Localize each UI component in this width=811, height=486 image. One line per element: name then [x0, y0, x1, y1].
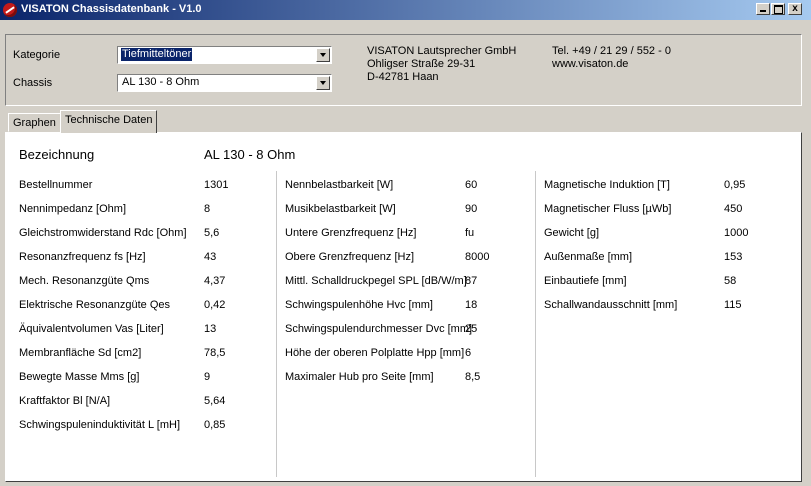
chassis-select[interactable]: AL 130 - 8 Ohm	[117, 74, 332, 92]
spec-value: 4,37	[204, 275, 226, 287]
spec-value: 87	[465, 275, 478, 287]
chassis-selected-value: AL 130 - 8 Ohm	[122, 76, 200, 88]
spec-label: Einbautiefe [mm]	[544, 275, 627, 287]
column-divider	[276, 171, 277, 477]
chevron-down-icon[interactable]	[316, 48, 330, 62]
spec-value: 90	[465, 203, 478, 215]
spec-label: Bestellnummer	[19, 179, 93, 191]
spec-label: Höhe der oberen Polplatte Hpp [mm]	[285, 347, 465, 359]
spec-label: Schallwandausschnitt [mm]	[544, 299, 678, 311]
spec-label: Elektrische Resonanzgüte Qes	[19, 299, 171, 311]
spec-label: Nennimpedanz [Ohm]	[19, 203, 126, 215]
spec-value: 153	[724, 251, 743, 263]
spec-label: Schwingspuleninduktivität L [mH]	[19, 419, 181, 431]
minimize-button[interactable]	[756, 3, 770, 15]
bezeichnung-label: Bezeichnung	[19, 147, 95, 162]
spec-value: 1301	[204, 179, 229, 191]
kategorie-selected-value: Tiefmitteltöner	[119, 47, 194, 62]
spec-value: 6	[465, 347, 472, 359]
spec-value: 60	[465, 179, 478, 191]
spec-value: fu	[465, 227, 475, 239]
window-title: VISATON Chassisdatenbank - V1.0	[21, 3, 202, 15]
spec-value: 18	[465, 299, 478, 311]
kategorie-label: Kategorie	[13, 49, 61, 61]
spec-value: 1000	[724, 227, 749, 239]
spec-label: Gleichstromwiderstand Rdc [Ohm]	[19, 227, 187, 239]
company-city: D-42781 Haan	[367, 71, 439, 83]
spec-label: Mittl. Schalldruckpegel SPL [dB/W/m]	[285, 275, 467, 287]
chassis-label: Chassis	[13, 77, 53, 89]
bezeichnung-value: AL 130 - 8 Ohm	[204, 147, 296, 162]
spec-label: Magnetischer Fluss [µWb]	[544, 203, 672, 215]
status-strip	[0, 482, 811, 486]
spec-label: Obere Grenzfrequenz [Hz]	[285, 251, 415, 263]
spec-value: 0,95	[724, 179, 746, 191]
spec-label: Außenmaße [mm]	[544, 251, 633, 263]
spec-value: 78,5	[204, 347, 226, 359]
spec-value: 25	[465, 323, 478, 335]
spec-value: 450	[724, 203, 743, 215]
spec-label: Kraftfaktor Bl [N/A]	[19, 395, 111, 407]
spec-value: 0,42	[204, 299, 226, 311]
spec-value: 8,5	[465, 371, 481, 383]
spec-label: Bewegte Masse Mms [g]	[19, 371, 140, 383]
technical-data-panel: Bezeichnung AL 130 - 8 Ohm Bestellnummer…	[5, 132, 802, 482]
spec-label: Schwingspulendurchmesser Dvc [mm]	[285, 323, 473, 335]
spec-value: 8000	[465, 251, 490, 263]
maximize-button[interactable]	[771, 3, 785, 15]
spec-label: Membranfläche Sd [cm2]	[19, 347, 142, 359]
visaton-logo-icon	[3, 3, 17, 17]
spec-label: Musikbelastbarkeit [W]	[285, 203, 396, 215]
spec-label: Gewicht [g]	[544, 227, 600, 239]
spec-label: Untere Grenzfrequenz [Hz]	[285, 227, 417, 239]
spec-value: 5,64	[204, 395, 226, 407]
spec-value: 115	[724, 299, 742, 311]
spec-label: Schwingspulenhöhe Hvc [mm]	[285, 299, 433, 311]
spec-label: Maximaler Hub pro Seite [mm]	[285, 371, 434, 383]
kategorie-select[interactable]: Tiefmitteltöner	[117, 46, 332, 64]
column-divider	[535, 171, 536, 477]
title-bar: VISATON Chassisdatenbank - V1.0 x	[0, 0, 811, 20]
spec-label: Äquivalentvolumen Vas [Liter]	[19, 323, 164, 335]
company-name: VISATON Lautsprecher GmbH	[367, 45, 517, 57]
spec-label: Resonanzfrequenz fs [Hz]	[19, 251, 146, 263]
company-phone: Tel. +49 / 21 29 / 552 - 0	[552, 45, 671, 57]
spec-value: 8	[204, 203, 211, 215]
company-street: Ohligser Straße 29-31	[367, 58, 476, 70]
chevron-down-icon[interactable]	[316, 76, 330, 90]
spec-label: Nennbelastbarkeit [W]	[285, 179, 394, 191]
spec-value: 43	[204, 251, 217, 263]
spec-value: 5,6	[204, 227, 220, 239]
spec-value: 13	[204, 323, 217, 335]
company-website[interactable]: www.visaton.de	[552, 58, 628, 70]
tab-graphen[interactable]: Graphen	[8, 113, 61, 132]
spec-value: 9	[204, 371, 211, 383]
close-button[interactable]: x	[788, 3, 802, 15]
spec-label: Mech. Resonanzgüte Qms	[19, 275, 150, 287]
spec-label: Magnetische Induktion [T]	[544, 179, 670, 191]
spec-value: 0,85	[204, 419, 226, 431]
spec-value: 58	[724, 275, 737, 287]
tab-technische-daten[interactable]: Technische Daten	[60, 110, 158, 133]
